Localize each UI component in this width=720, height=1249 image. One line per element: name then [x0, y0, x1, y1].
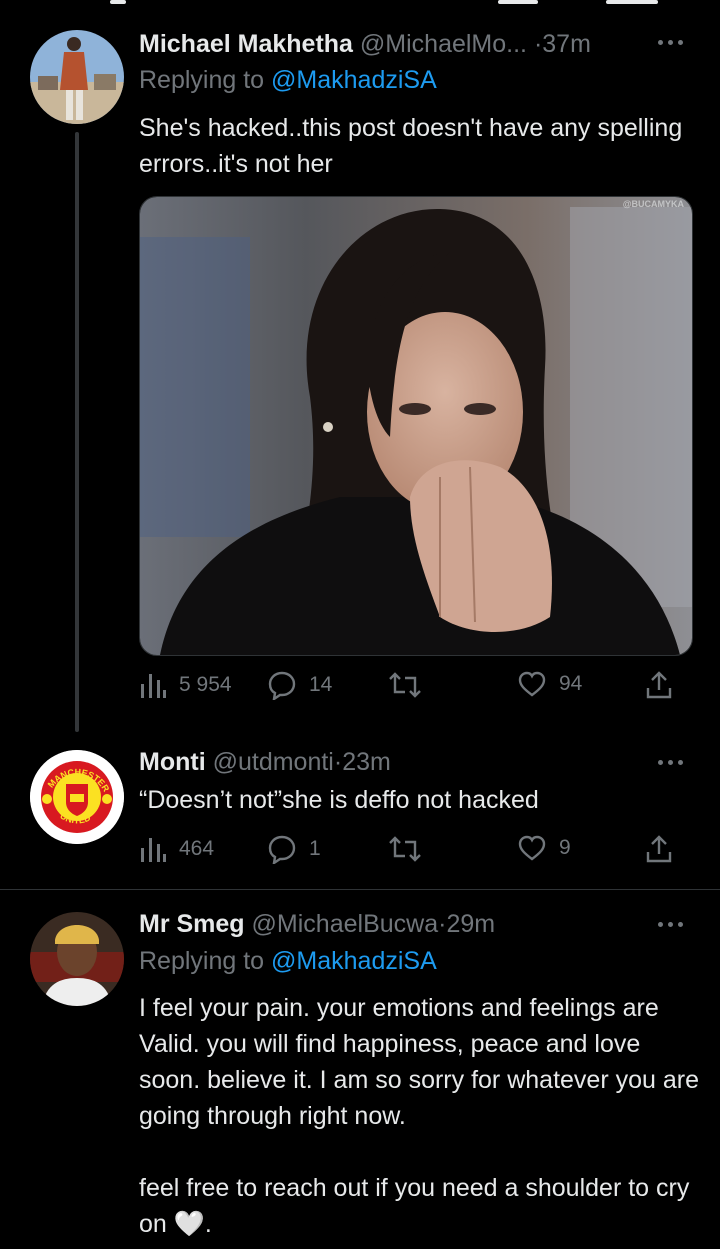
reply-icon: [268, 835, 296, 864]
more-options-icon[interactable]: [658, 752, 688, 772]
tweet-header: Mr Smeg @MichaelBucwa·29m: [139, 908, 640, 940]
avatar-image: [30, 30, 124, 124]
more-options-icon[interactable]: [658, 32, 688, 52]
like-button[interactable]: 9: [517, 834, 571, 862]
share-button[interactable]: [645, 670, 673, 700]
timestamp[interactable]: 37m: [542, 30, 591, 58]
heart-icon: [518, 671, 546, 697]
replying-to-handle[interactable]: @MakhadziSA: [271, 947, 437, 975]
tweet-header: Michael Makhetha @MichaelMo... ·37m: [139, 28, 640, 60]
share-button[interactable]: [645, 834, 673, 864]
tweet[interactable]: Michael Makhetha @MichaelMo... ·37m Repl…: [0, 0, 720, 732]
share-icon: [646, 835, 672, 863]
reply-icon: [268, 671, 296, 700]
share-icon: [646, 671, 672, 699]
like-count: 9: [559, 836, 571, 859]
views-button[interactable]: 5 954: [139, 670, 232, 700]
username[interactable]: @utdmonti: [213, 748, 334, 776]
thread-line: [75, 132, 79, 732]
display-name[interactable]: Mr Smeg: [139, 910, 245, 938]
replying-to-handle[interactable]: @MakhadziSA: [271, 66, 437, 94]
username[interactable]: @MichaelMo...: [360, 30, 527, 58]
username[interactable]: @MichaelBucwa: [252, 910, 439, 938]
avatar[interactable]: [30, 912, 124, 1006]
tweet-text: She's hacked..this post doesn't have any…: [139, 114, 690, 178]
views-icon: [141, 674, 166, 698]
views-icon: [141, 838, 166, 862]
avatar[interactable]: [30, 30, 124, 124]
replying-to: Replying to @MakhadziSA: [139, 945, 437, 977]
reply-button[interactable]: 1: [267, 834, 321, 864]
image-watermark: @BUCAMYKA: [622, 199, 684, 209]
like-button[interactable]: 94: [517, 670, 582, 698]
avatar-image: [30, 912, 124, 1006]
tweet[interactable]: MANCHESTER UNITED Monti @utdmonti·23m “D…: [0, 730, 720, 890]
reply-count: 14: [309, 673, 333, 696]
retweet-icon: [389, 836, 421, 862]
reply-count: 1: [309, 837, 321, 860]
views-count: 464: [179, 837, 215, 860]
replying-to-label: Replying to: [139, 66, 265, 94]
tweet-media-image[interactable]: @BUCAMYKA: [139, 196, 693, 656]
heart-icon: [518, 835, 546, 861]
views-count: 5 954: [179, 673, 232, 696]
retweet-button[interactable]: [387, 834, 435, 864]
tweet-header: Monti @utdmonti·23m: [139, 746, 640, 778]
timestamp[interactable]: 23m: [342, 748, 391, 776]
tweet-actions: 464 1 9: [139, 834, 679, 868]
retweet-icon: [389, 672, 421, 698]
more-options-icon[interactable]: [658, 914, 688, 934]
display-name[interactable]: Michael Makhetha: [139, 30, 353, 58]
views-button[interactable]: 464: [139, 834, 214, 864]
tweet-actions: 5 954 14 94: [139, 670, 679, 704]
like-count: 94: [559, 672, 583, 695]
tweet-text: I feel your pain. your emotions and feel…: [139, 994, 699, 1238]
reply-button[interactable]: 14: [267, 670, 332, 700]
avatar[interactable]: MANCHESTER UNITED: [30, 750, 124, 844]
retweet-button[interactable]: [387, 670, 435, 700]
photo-woman: [140, 197, 692, 655]
replying-to: Replying to @MakhadziSA: [139, 64, 437, 96]
tweet[interactable]: Mr Smeg @MichaelBucwa·29m Replying to @M…: [0, 890, 720, 1249]
manchester-united-crest: MANCHESTER UNITED: [30, 750, 124, 844]
display-name[interactable]: Monti: [139, 748, 206, 776]
timestamp[interactable]: 29m: [446, 910, 495, 938]
replying-to-label: Replying to: [139, 947, 265, 975]
tweet-text: “Doesn’t not”she is deffo not hacked: [139, 786, 539, 814]
separator-dot: ·: [333, 748, 343, 776]
